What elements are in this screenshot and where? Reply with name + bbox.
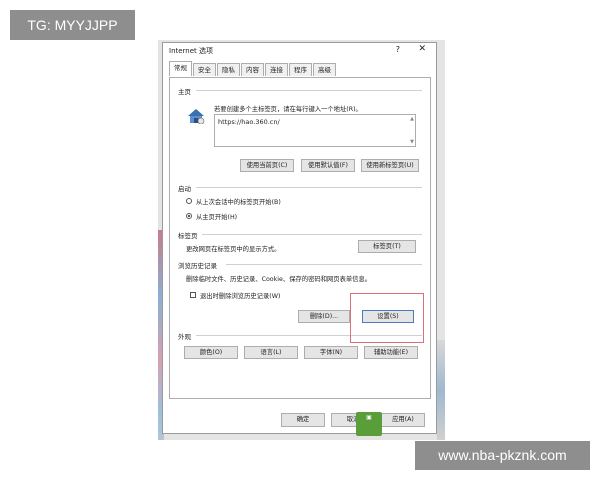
delete-history-on-exit-checkbox[interactable] xyxy=(190,292,196,298)
homepage-separator xyxy=(196,90,422,91)
radio-start-homepage[interactable] xyxy=(186,213,192,219)
appearance-section-label: 外观 xyxy=(178,333,191,341)
ok-button[interactable]: 确定 xyxy=(281,413,325,427)
settings-highlight-box xyxy=(350,293,424,343)
tab-content[interactable]: 内容 xyxy=(241,63,264,76)
use-default-button[interactable]: 使用默认值(F) xyxy=(301,159,355,172)
accessibility-button[interactable]: 辅助功能(E) xyxy=(364,346,418,359)
tab-advanced[interactable]: 高级 xyxy=(313,63,336,76)
history-description: 删除临时文件、历史记录、Cookie、保存的密码和网页表单信息。 xyxy=(186,276,372,283)
help-button[interactable]: ? xyxy=(396,45,400,54)
history-separator xyxy=(226,264,422,265)
languages-button[interactable]: 语言(L) xyxy=(244,346,298,359)
startup-separator xyxy=(196,187,422,188)
general-panel: 主页 若要创建多个主标签页，请在每行键入一个地址(R)。 https://hao… xyxy=(169,77,431,399)
use-new-tab-button[interactable]: 使用新标签页(U) xyxy=(361,159,419,172)
tabs-section-label: 标签页 xyxy=(178,232,198,240)
title-bar: Internet 选项 ? ✕ xyxy=(163,43,436,57)
internet-options-dialog: Internet 选项 ? ✕ 常规 安全 隐私 内容 连接 程序 高级 主页 … xyxy=(162,42,437,434)
tab-security[interactable]: 安全 xyxy=(193,63,216,76)
delete-history-on-exit-label: 退出时删除浏览历史记录(W) xyxy=(200,293,281,300)
tabs-separator xyxy=(202,234,422,235)
site-logo-icon: ▣ xyxy=(356,412,382,436)
tab-strip: 常规 安全 隐私 内容 连接 程序 高级 xyxy=(169,61,337,77)
watermark-tag-bottom: www.nba-pkznk.com xyxy=(415,441,590,470)
tabs-description: 更改网页在标签页中的显示方式。 xyxy=(186,246,281,253)
colors-button[interactable]: 颜色(O) xyxy=(184,346,238,359)
homepage-description: 若要创建多个主标签页，请在每行键入一个地址(R)。 xyxy=(214,106,362,113)
use-current-button[interactable]: 使用当前页(C) xyxy=(240,159,294,172)
tab-programs[interactable]: 程序 xyxy=(289,63,312,76)
delete-history-button[interactable]: 删除(D)... xyxy=(298,310,350,323)
radio-start-homepage-label: 从主页开始(H) xyxy=(196,214,238,221)
fonts-button[interactable]: 字体(N) xyxy=(304,346,358,359)
background-strip-right xyxy=(437,340,445,440)
scroll-up-icon[interactable]: ▲ xyxy=(410,116,414,122)
homepage-section-label: 主页 xyxy=(178,88,191,96)
screenshot-photo: Internet 选项 ? ✕ 常规 安全 隐私 内容 连接 程序 高级 主页 … xyxy=(158,40,445,440)
apply-button[interactable]: 应用(A) xyxy=(381,413,425,427)
tab-general[interactable]: 常规 xyxy=(169,61,192,76)
watermark-tag-top: TG: MYYJJPP xyxy=(10,10,135,40)
dialog-title: Internet 选项 xyxy=(169,47,214,55)
tab-privacy[interactable]: 隐私 xyxy=(217,63,240,76)
homepage-url-input[interactable]: https://hao.360.cn/ ▲ ▼ xyxy=(214,114,416,147)
radio-start-last-session[interactable] xyxy=(186,198,192,204)
startup-section-label: 启动 xyxy=(178,185,191,193)
tabs-settings-button[interactable]: 标签页(T) xyxy=(358,240,416,253)
radio-start-last-session-label: 从上次会话中的标签页开始(B) xyxy=(196,199,281,206)
house-icon xyxy=(188,109,205,124)
scroll-down-icon[interactable]: ▼ xyxy=(410,139,414,145)
history-section-label: 浏览历史记录 xyxy=(178,262,217,270)
close-button[interactable]: ✕ xyxy=(418,44,426,54)
tab-connections[interactable]: 连接 xyxy=(265,63,288,76)
homepage-url-value: https://hao.360.cn/ xyxy=(218,118,280,126)
